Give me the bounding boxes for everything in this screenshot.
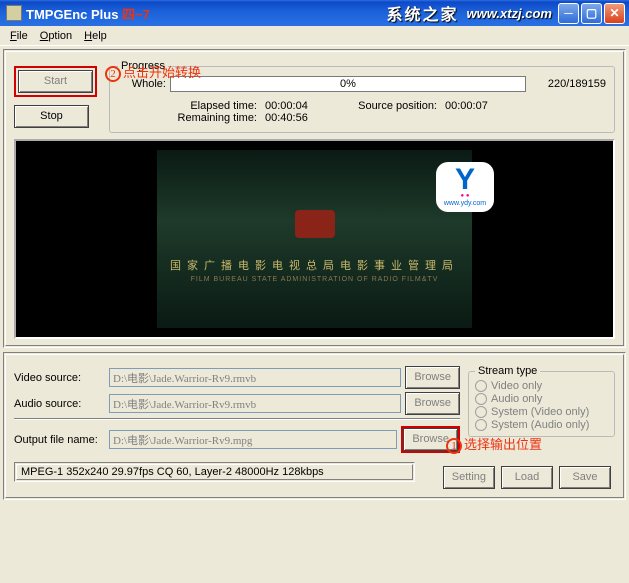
left-button-column: Start Stop bbox=[14, 58, 109, 133]
title-bar: TMPGEnc Plus 四~7 系统之家 www.xtzj.com ─ ▢ ✕ bbox=[0, 0, 629, 26]
menu-option[interactable]: Option bbox=[34, 29, 78, 43]
start-button[interactable]: Start bbox=[18, 70, 93, 93]
radio-system-audio[interactable]: System (Audio only) bbox=[475, 419, 608, 431]
elapsed-value: 00:00:04 bbox=[265, 100, 335, 112]
srcpos-value: 00:00:07 bbox=[445, 100, 515, 112]
radio-icon bbox=[475, 419, 487, 431]
maximize-button[interactable]: ▢ bbox=[581, 3, 602, 24]
status-bar: MPEG-1 352x240 29.97fps CQ 60, Layer-2 4… bbox=[14, 462, 415, 482]
video-caption-en: FILM BUREAU STATE ADMINISTRATION OF RADI… bbox=[157, 276, 472, 283]
video-watermark-logo: Y ● ● www.ydy.com bbox=[436, 162, 494, 212]
title-suffix: 四~7 bbox=[122, 7, 150, 22]
audio-source-label: Audio source: bbox=[14, 398, 109, 410]
video-source-input[interactable] bbox=[109, 368, 401, 387]
menu-help[interactable]: Help bbox=[78, 29, 113, 43]
video-caption-cn: 国家广播电影电视总局电影事业管理局 bbox=[157, 257, 472, 273]
radio-icon bbox=[475, 393, 487, 405]
progress-percent: 0% bbox=[340, 78, 356, 90]
audio-source-input[interactable] bbox=[109, 394, 401, 413]
browse-audio-button[interactable]: Browse bbox=[405, 392, 460, 415]
menu-file[interactable]: File bbox=[4, 29, 34, 43]
remaining-value: 00:40:56 bbox=[265, 112, 335, 124]
stream-type-group: Stream type Video only Audio only System… bbox=[468, 365, 615, 437]
annotation-box-start: Start bbox=[14, 66, 97, 97]
watermark-url: www.xtzj.com bbox=[467, 6, 552, 21]
video-stamp-icon bbox=[295, 210, 335, 238]
radio-icon bbox=[475, 380, 487, 392]
radio-video-only[interactable]: Video only bbox=[475, 380, 608, 392]
app-name: TMPGEnc Plus bbox=[26, 7, 118, 22]
browse-video-button[interactable]: Browse bbox=[405, 366, 460, 389]
save-button[interactable]: Save bbox=[559, 466, 611, 489]
srcpos-label: Source position: bbox=[335, 100, 445, 112]
stop-button[interactable]: Stop bbox=[14, 105, 89, 128]
output-file-input[interactable] bbox=[109, 430, 397, 449]
annotation-1: 1选择输出位置 bbox=[446, 434, 542, 454]
app-icon bbox=[6, 5, 22, 21]
progress-counter: 220/189159 bbox=[526, 78, 606, 90]
progress-bar: 0% bbox=[170, 76, 526, 92]
minimize-button[interactable]: ─ bbox=[558, 3, 579, 24]
load-button[interactable]: Load bbox=[501, 466, 553, 489]
status-text: MPEG-1 352x240 29.97fps CQ 60, Layer-2 4… bbox=[21, 466, 324, 478]
remaining-label: Remaining time: bbox=[170, 112, 265, 124]
video-frame: Y ● ● www.ydy.com 国家广播电影电视总局电影事业管理局 FILM… bbox=[157, 150, 472, 328]
radio-audio-only[interactable]: Audio only bbox=[475, 393, 608, 405]
annotation-2: 2点击开始转换 bbox=[105, 62, 201, 82]
elapsed-label: Elapsed time: bbox=[170, 100, 265, 112]
video-preview: Y ● ● www.ydy.com 国家广播电影电视总局电影事业管理局 FILM… bbox=[14, 139, 615, 339]
watermark-cn: 系统之家 bbox=[387, 1, 459, 25]
close-button[interactable]: ✕ bbox=[604, 3, 625, 24]
radio-icon bbox=[475, 406, 487, 418]
menu-bar: File Option Help bbox=[0, 26, 629, 46]
setting-button[interactable]: Setting bbox=[443, 466, 495, 489]
radio-system-video[interactable]: System (Video only) bbox=[475, 406, 608, 418]
video-source-label: Video source: bbox=[14, 372, 109, 384]
divider bbox=[14, 418, 460, 420]
stream-type-legend: Stream type bbox=[475, 365, 540, 377]
output-file-label: Output file name: bbox=[14, 434, 109, 446]
window-title: TMPGEnc Plus 四~7 bbox=[26, 4, 150, 23]
